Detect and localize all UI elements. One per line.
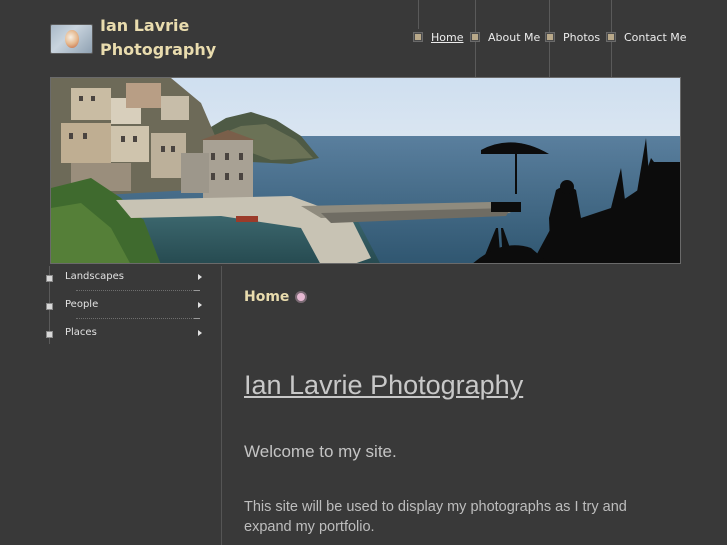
nav-about-me-label: About Me (488, 30, 541, 44)
sidebar-item-label: People (65, 299, 99, 310)
sidebar-item-label: Landscapes (65, 271, 124, 282)
breadcrumb-label: Home (244, 289, 290, 305)
nav-bullet-icon (545, 32, 555, 42)
page-heading-link[interactable]: Ian Lavrie Photography (244, 370, 523, 401)
nav-photos[interactable]: Photos (545, 29, 600, 45)
nav-home-label: Home (431, 30, 464, 44)
top-nav: Home About Me Photos Contact Me (0, 0, 727, 78)
nav-bullet-icon (606, 32, 616, 42)
sidebar-divider-tick (194, 290, 200, 291)
bullet-icon (46, 331, 53, 338)
sidebar-item-landscapes[interactable]: Landscapes (46, 265, 206, 291)
nav-home[interactable]: Home (413, 29, 463, 45)
sidebar-divider (76, 290, 194, 291)
bullet-icon (46, 303, 53, 310)
nav-divider (418, 0, 419, 29)
sidebar-divider-tick (194, 318, 200, 319)
coastal-harbour-photo (51, 78, 680, 263)
sidebar-item-places[interactable]: Places (46, 321, 206, 347)
header-banner-image (50, 77, 681, 264)
chevron-right-icon (198, 330, 202, 336)
nav-photos-label: Photos (563, 30, 601, 44)
breadcrumb: Home (244, 289, 308, 305)
nav-contact-me[interactable]: Contact Me (606, 29, 687, 45)
chevron-right-icon (198, 274, 202, 280)
nav-contact-me-label: Contact Me (624, 30, 687, 44)
nav-bullet-icon (413, 32, 423, 42)
page: Ian Lavrie Photography Home About Me Pho… (0, 0, 727, 545)
sidebar-divider (76, 318, 194, 319)
chevron-right-icon (198, 302, 202, 308)
nav-bullet-icon (470, 32, 480, 42)
sidebar-item-people[interactable]: People (46, 293, 206, 319)
sidebar-item-label: Places (65, 327, 97, 338)
bullet-icon (46, 275, 53, 282)
welcome-text: Welcome to my site. (244, 442, 397, 461)
nav-about-me[interactable]: About Me (470, 29, 540, 45)
content-divider (221, 266, 222, 545)
breadcrumb-dot-icon (295, 291, 308, 303)
intro-paragraph: This site will be used to display my pho… (244, 499, 627, 535)
